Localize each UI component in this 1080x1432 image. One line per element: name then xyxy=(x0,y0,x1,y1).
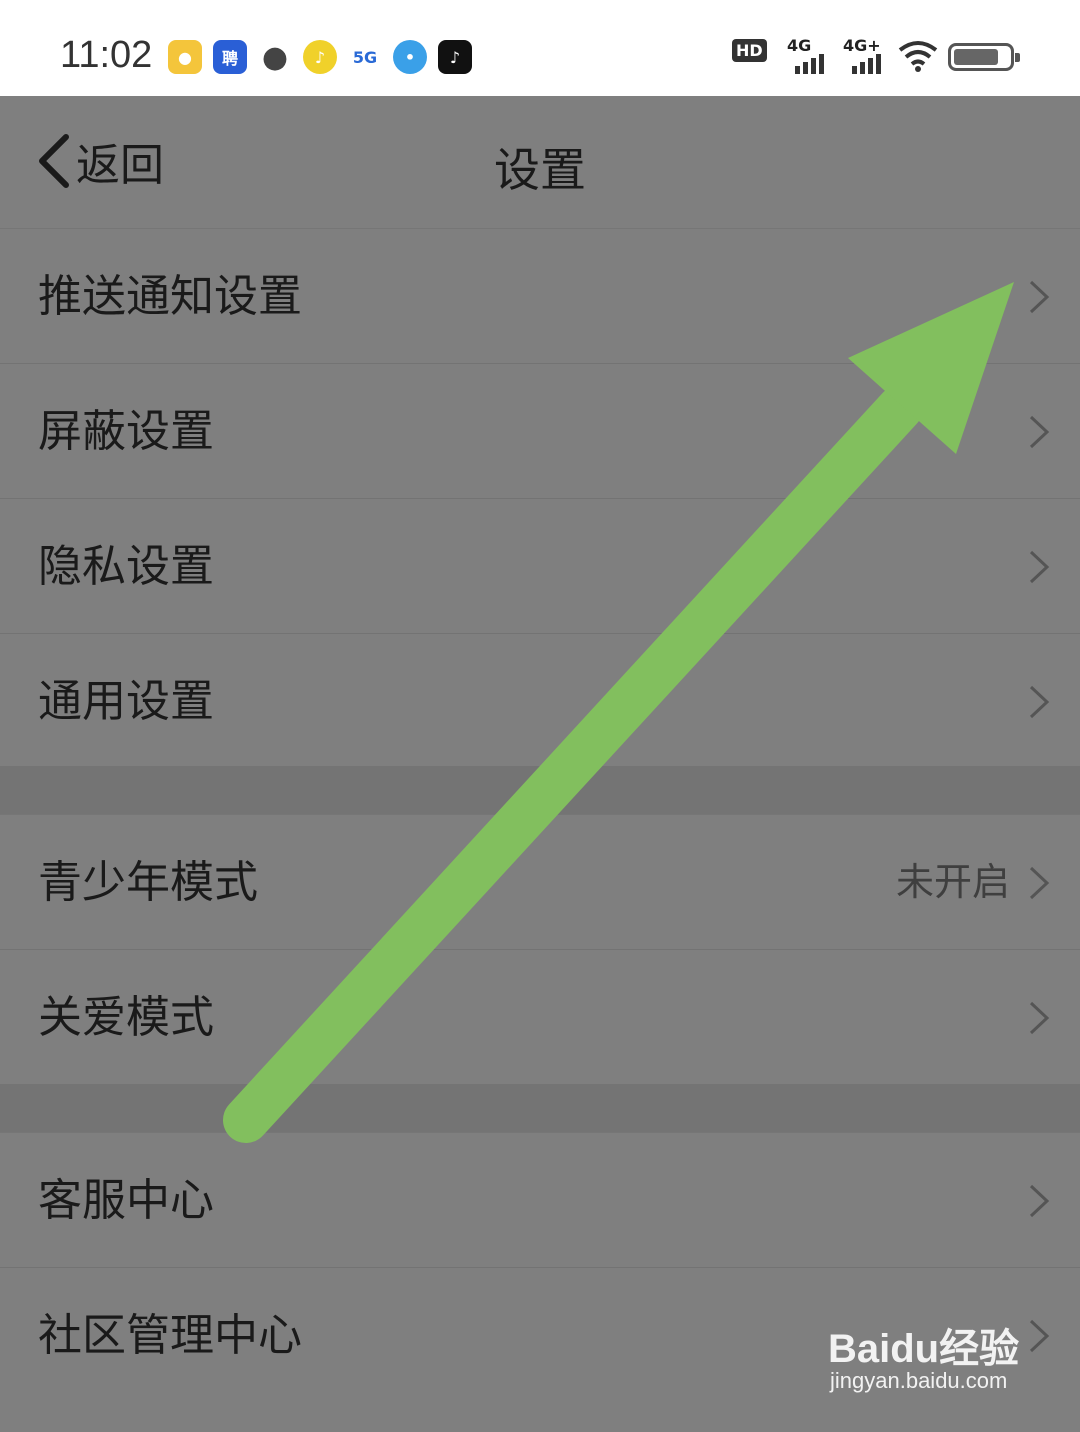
menu-item-teen-mode[interactable]: 青少年模式 未开启 xyxy=(0,814,1080,949)
chevron-right-icon xyxy=(1029,1319,1050,1353)
tiktok-icon: ♪ xyxy=(438,40,472,74)
menu-item-label: 通用设置 xyxy=(38,676,214,727)
settings-group-2: 青少年模式 未开启 关爱模式 xyxy=(0,814,1080,1084)
job-app-icon: 聘 xyxy=(213,40,247,74)
page-title: 设置 xyxy=(494,143,586,197)
section-divider xyxy=(0,766,1080,814)
menu-item-general[interactable]: 通用设置 xyxy=(0,633,1080,768)
menu-item-label: 客服中心 xyxy=(38,1175,214,1226)
chevron-right-icon xyxy=(1029,1001,1050,1035)
chevron-right-icon xyxy=(1029,550,1050,584)
chevron-right-icon xyxy=(1029,866,1050,900)
status-bar: 11:02 ● 聘 ● ♪ 5G • ♪ HD 4G 4G+ xyxy=(0,0,1080,96)
menu-item-label: 推送通知设置 xyxy=(38,271,302,322)
menu-item-care-mode[interactable]: 关爱模式 xyxy=(0,949,1080,1084)
watermark-url: jingyan.baidu.com xyxy=(830,1368,1008,1393)
chevron-right-icon xyxy=(1029,415,1050,449)
menu-item-label: 社区管理中心 xyxy=(38,1310,302,1361)
chevron-right-icon xyxy=(1029,280,1050,314)
teen-mode-status: 未开启 xyxy=(895,860,1010,904)
weibo-icon: ● xyxy=(168,40,202,74)
menu-item-label: 青少年模式 xyxy=(38,857,258,908)
signal-2-icon xyxy=(852,54,881,74)
battery-icon xyxy=(948,43,1020,71)
watermark-brand: Baidu经验 xyxy=(828,1327,1020,1371)
status-time: 11:02 xyxy=(60,34,153,76)
wifi-icon xyxy=(898,41,938,72)
nav-bar: 返回 设置 xyxy=(0,96,1080,228)
hd-icon: HD xyxy=(732,39,767,74)
menu-item-label: 屏蔽设置 xyxy=(38,406,214,457)
menu-item-push-notification[interactable]: 推送通知设置 xyxy=(0,228,1080,363)
chevron-right-icon xyxy=(1029,685,1050,719)
menu-item-privacy[interactable]: 隐私设置 xyxy=(0,498,1080,633)
signal-1-icon xyxy=(795,54,824,74)
message-icon: ● xyxy=(261,39,289,75)
location-icon: • xyxy=(393,40,427,74)
menu-item-label: 隐私设置 xyxy=(38,541,214,592)
music-icon: ♪ xyxy=(303,40,337,74)
menu-item-block[interactable]: 屏蔽设置 xyxy=(0,363,1080,498)
chevron-right-icon xyxy=(1029,1184,1050,1218)
section-divider xyxy=(0,1084,1080,1132)
menu-item-label: 关爱模式 xyxy=(38,992,214,1043)
settings-group-1: 推送通知设置 屏蔽设置 隐私设置 通用设置 xyxy=(0,228,1080,768)
menu-item-customer-service[interactable]: 客服中心 xyxy=(0,1132,1080,1267)
baidu-watermark: Baidu经验 jingyan.baidu.com xyxy=(828,1316,1028,1416)
5g-icon: 5G xyxy=(352,47,378,67)
